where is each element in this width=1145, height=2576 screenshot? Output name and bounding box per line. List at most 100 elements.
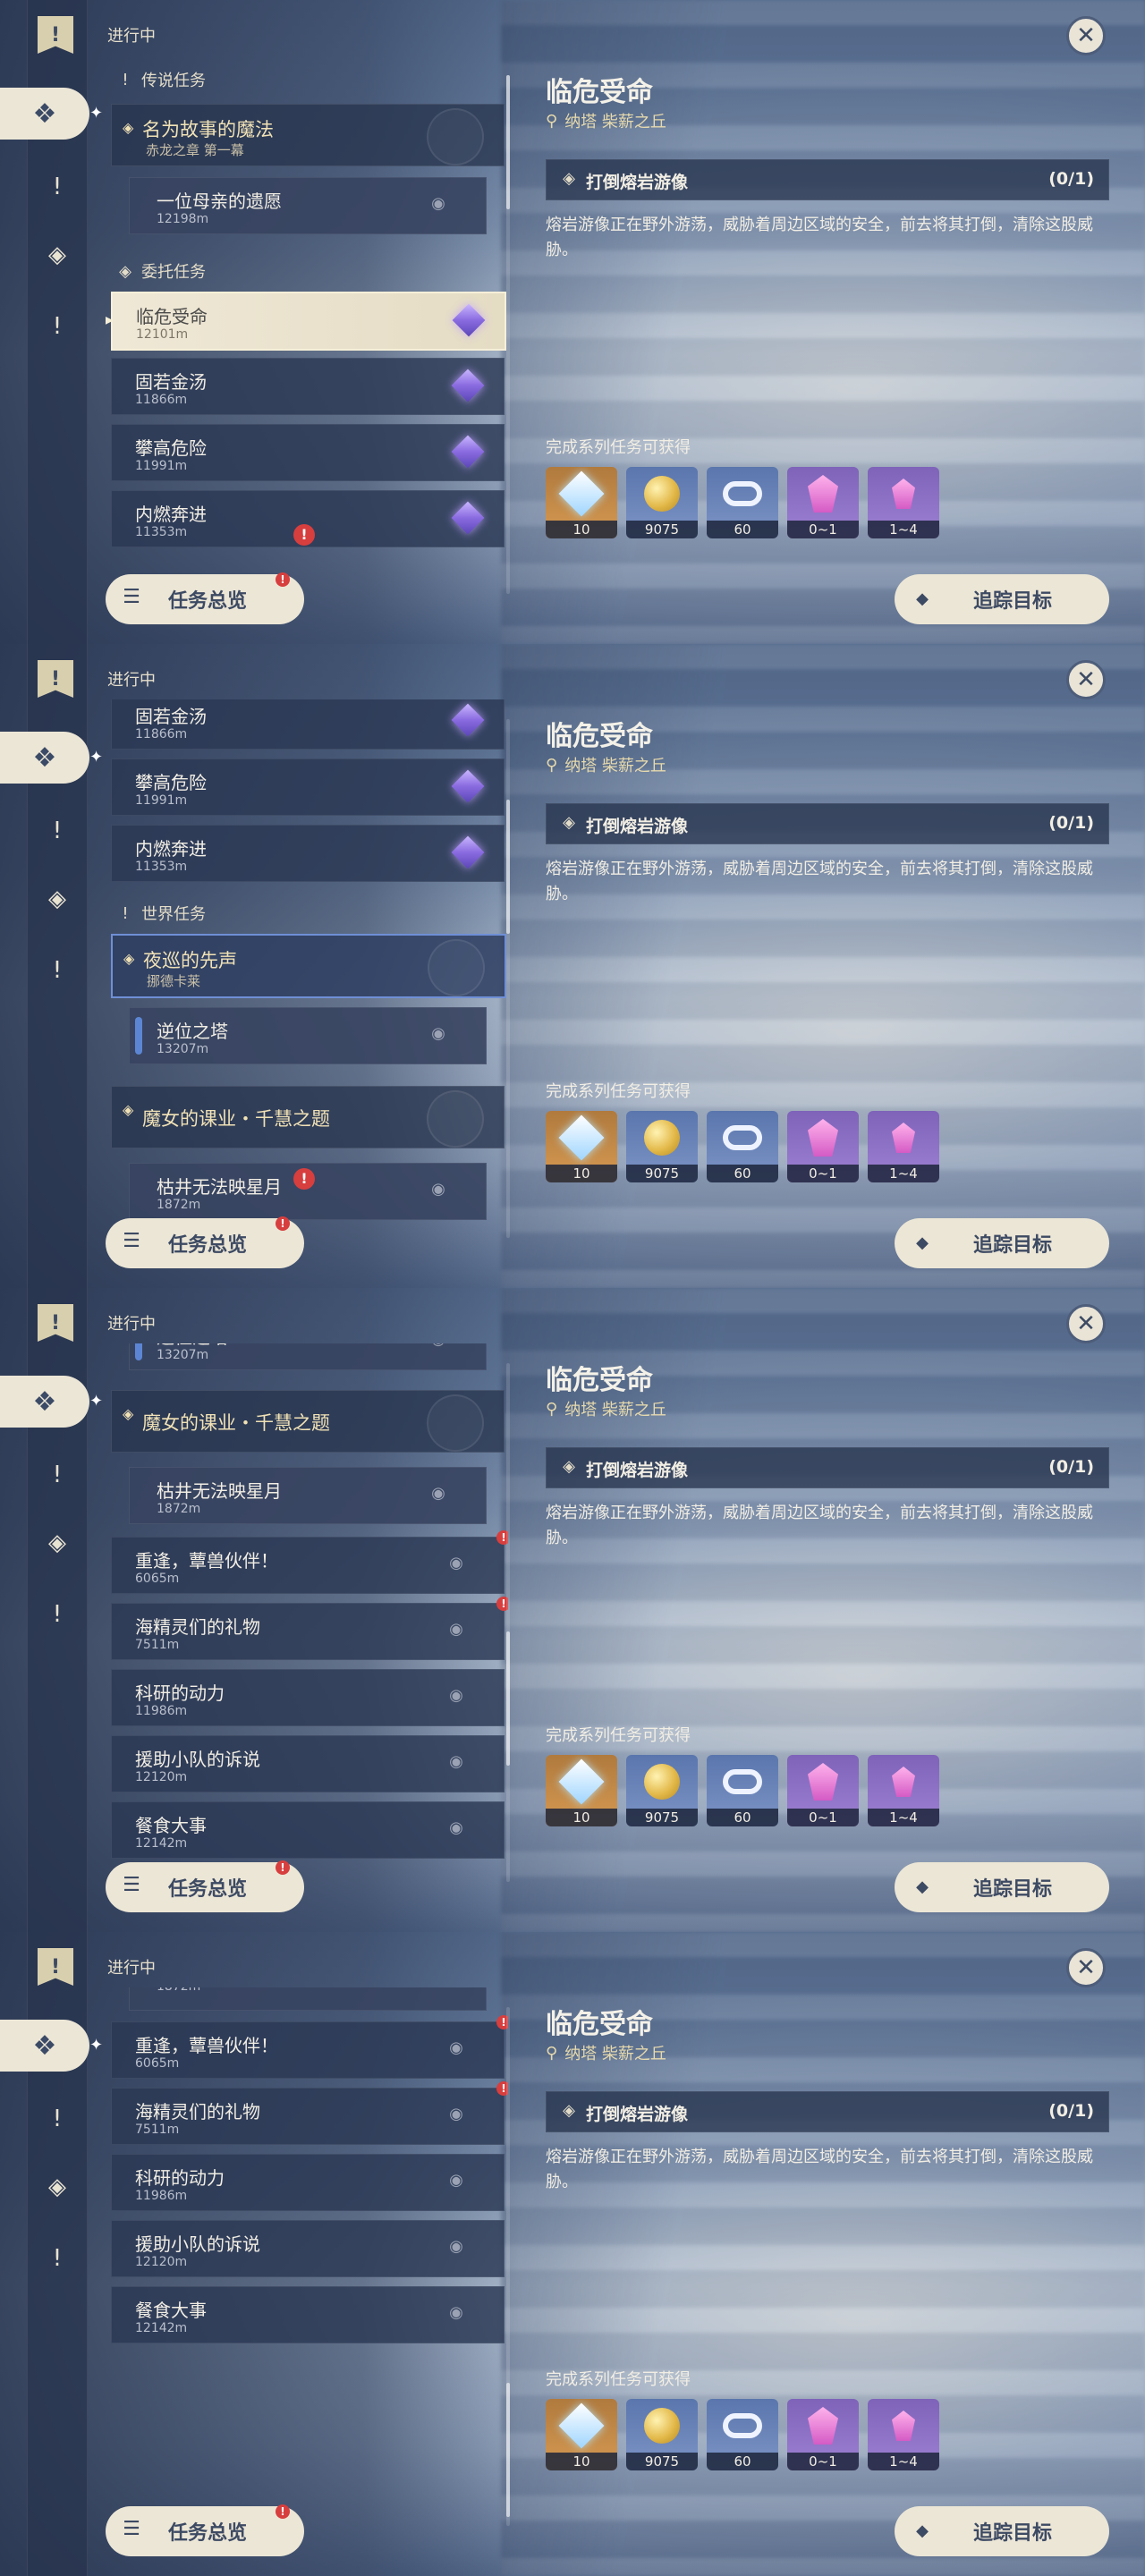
quest-item[interactable]: 科研的动力 11986m ◉ [111,2154,505,2211]
quest-item[interactable]: 固若金汤 11866m [111,699,505,750]
quest-list[interactable]: 1872m ◉ 重逢，蕈兽伙伴！ 6065m ◉ ! 海精灵们的礼物 7511m… [106,1987,508,2522]
quest-item[interactable]: 固若金汤 11866m [111,358,505,415]
quest-detail: 临危受命 ⚲ 纳塔 柴薪之丘 ◈ 打倒熔岩游像 (0/1) 熔岩游像正在野外游荡，… [546,644,1118,1216]
quest-item[interactable]: 枯井无法映星月 1872m ◉ [129,1467,487,1524]
category-all-selected[interactable]: ❖ [0,732,89,784]
reward-item[interactable]: 60 [707,1111,778,1182]
reward-item[interactable]: 9075 [626,1111,698,1182]
chapter-witch[interactable]: ◈ 魔女的课业・千慧之题 [111,1086,505,1148]
close-button[interactable]: ✕ [1066,1948,1106,1987]
quest-item[interactable]: 援助小队的诉说 12120m ◉ [111,2220,505,2277]
reward-item[interactable]: 9075 [626,467,698,538]
exclamation-icon[interactable]: ! [38,1596,76,1633]
quest-detail: 临危受命 ⚲ 纳塔 柴薪之丘 ◈ 打倒熔岩游像 (0/1) 熔岩游像正在野外游荡，… [546,1932,1118,2504]
quest-item[interactable]: 1872m ◉ [129,1987,487,2011]
scrollbar[interactable] [506,1363,510,1882]
reward-item[interactable]: 1~4 [868,1111,939,1182]
quest-item[interactable]: 攀高危险 11991m [111,758,505,816]
status-label: 进行中 [107,27,156,46]
exclamation-icon[interactable]: ! [38,812,76,850]
diamond-icon[interactable]: ◈ [38,880,76,918]
chapter-legend[interactable]: ◈ 名为故事的魔法 赤龙之章 第一幕 [111,104,505,166]
reward-item[interactable]: 10 [546,2399,617,2470]
diamond-icon[interactable]: ◈ [38,2168,76,2206]
reward-item[interactable]: 10 [546,1111,617,1182]
mora-icon [626,1111,698,1165]
quest-item[interactable]: 一位母亲的遗愿 12198m ◉ [129,177,487,234]
exclamation-icon[interactable]: ! [38,168,76,206]
exclamation-icon[interactable]: ! [38,308,76,345]
reward-item[interactable]: 1~4 [868,1755,939,1826]
reward-item[interactable]: 0~1 [787,467,859,538]
track-target-button[interactable]: ◆ 追踪目标 [895,1862,1109,1912]
quest-item[interactable]: 攀高危险 11991m [111,424,505,481]
quest-diamond-icon: ◈ [123,1101,134,1118]
reward-item[interactable]: 10 [546,467,617,538]
quest-list[interactable]: 固若金汤 11866m 攀高危险 11991m 内燃奔进 11353m ! 世界任… [106,699,508,1234]
sparkle-icon: ✦ [89,748,104,767]
reward-item[interactable]: 1~4 [868,467,939,538]
track-target-button[interactable]: ◆ 追踪目标 [895,574,1109,624]
location-pin-icon: ⚲ [546,111,558,131]
scrollbar[interactable] [506,719,510,1238]
quest-item-selected[interactable]: ▶ 临危受命 12101m [106,292,506,351]
quest-overview-button[interactable]: ☰ 任务总览 ! [106,1860,304,1912]
reward-item[interactable]: 9075 [626,2399,698,2470]
reward-item[interactable]: 9075 [626,1755,698,1826]
scrollbar[interactable] [506,75,510,594]
quest-list[interactable]: ! 传说任务 ◈ 名为故事的魔法 赤龙之章 第一幕 一位母亲的遗愿 12198m … [106,55,508,590]
close-button[interactable]: ✕ [1066,1304,1106,1343]
quest-screen-3: ✦ ! ◈ ! ! ❖ ✦ 进行中 ✕ 逆位之塔 13207m ◉ ◈ 魔女的课… [0,1288,1145,1932]
chapter-world[interactable]: ◈ 夜巡的先声 挪德卡莱 [111,934,506,998]
track-target-button[interactable]: ◆ 追踪目标 [895,1218,1109,1268]
reward-item[interactable]: 0~1 [787,2399,859,2470]
location-pin-icon: ◉ [431,1024,445,1043]
quest-item[interactable]: 科研的动力 11986m ◉ [111,1669,505,1726]
close-button[interactable]: ✕ [1066,660,1106,699]
scrollbar[interactable] [506,2007,510,2526]
diamond-icon[interactable]: ◈ [38,236,76,274]
exclamation-icon[interactable]: ! [38,2240,76,2277]
close-button[interactable]: ✕ [1066,16,1106,55]
category-all-selected[interactable]: ❖ [0,88,89,140]
quest-item[interactable]: 逆位之塔 13207m ◉ [129,1343,487,1370]
category-all-selected[interactable]: ❖ [0,1376,89,1428]
reward-item[interactable]: 0~1 [787,1755,859,1826]
category-all-selected[interactable]: ❖ [0,2020,89,2072]
chapter-subtitle: 赤龙之章 第一幕 [146,142,244,158]
reward-item[interactable]: 0~1 [787,1111,859,1182]
quest-item[interactable]: 重逢，蕈兽伙伴！ 6065m ◉ ! [111,2015,508,2079]
moon-emblem-icon [428,939,485,996]
quest-item[interactable]: 海精灵们的礼物 7511m ◉ ! [111,2081,508,2145]
quest-item[interactable]: 内燃奔进 11353m [111,825,505,882]
quest-overview-button[interactable]: ☰ 任务总览 ! [106,1216,304,1268]
quest-item[interactable]: 餐食大事 12142m ◉ [111,2286,505,2343]
quest-location: ⚲ 纳塔 柴薪之丘 [546,111,666,132]
chapter-witch[interactable]: ◈ 魔女的课业・千慧之题 [111,1390,505,1453]
diamond-icon[interactable]: ◈ [38,1524,76,1562]
quest-overview-button[interactable]: ☰ 任务总览 ! [106,572,304,624]
reward-item[interactable]: 60 [707,2399,778,2470]
objective-diamond-icon: ◈ [563,813,575,832]
quest-item[interactable]: 援助小队的诉说 12120m ◉ [111,1735,505,1792]
quest-overview-button[interactable]: ☰ 任务总览 ! [106,2504,304,2556]
crystal-chunk-icon [868,467,939,521]
reward-item[interactable]: 1~4 [868,2399,939,2470]
reward-item[interactable]: 60 [707,467,778,538]
location-pin-icon: ◉ [449,1686,463,1705]
exclamation-icon[interactable]: ! [38,1456,76,1494]
quest-list[interactable]: 逆位之塔 13207m ◉ ◈ 魔女的课业・千慧之题 枯井无法映星月 1872m… [106,1343,508,1878]
quest-item[interactable]: 海精灵们的礼物 7511m ◉ ! [111,1597,508,1660]
status-label: 进行中 [107,671,156,690]
track-target-button[interactable]: ◆ 追踪目标 [895,2506,1109,2556]
quest-item[interactable]: 重逢，蕈兽伙伴！ 6065m ◉ ! [111,1530,508,1594]
reward-item[interactable]: 60 [707,1755,778,1826]
exclamation-icon[interactable]: ! [38,952,76,989]
exclamation-icon[interactable]: ! [38,2100,76,2138]
crystal-icon [787,1755,859,1809]
quest-item[interactable]: 逆位之塔 13207m ◉ [129,1007,487,1064]
quest-item[interactable]: 餐食大事 12142m ◉ [111,1801,505,1859]
reward-item[interactable]: 10 [546,1755,617,1826]
crystal-icon [787,467,859,521]
mora-icon [626,1755,698,1809]
